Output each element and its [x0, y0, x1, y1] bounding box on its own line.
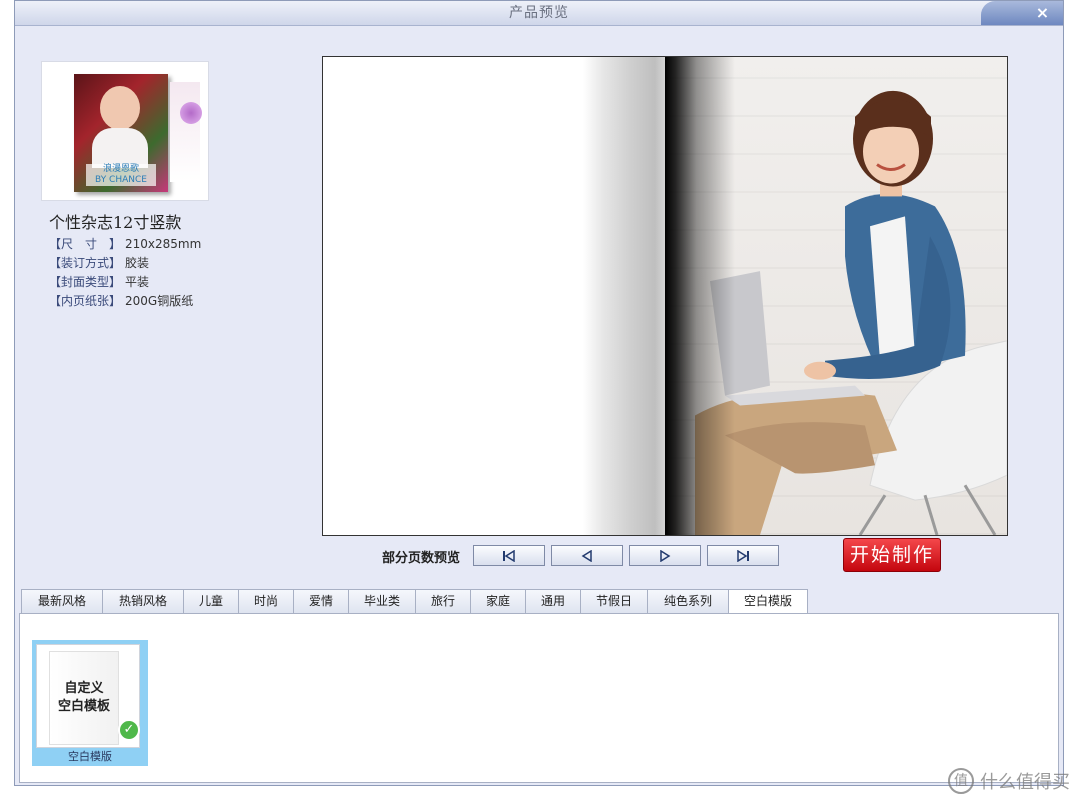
spec-row: 【内页纸张】 200G铜版纸	[49, 292, 201, 311]
title-tab: ×	[981, 1, 1063, 25]
tab-10[interactable]: 纯色系列	[647, 589, 729, 613]
flower-decoration	[180, 102, 202, 124]
tab-9[interactable]: 节假日	[580, 589, 648, 613]
cover-image: 浪漫恩歌 BY CHANCE	[74, 74, 168, 192]
next-page-button[interactable]	[629, 545, 701, 566]
title-bar: 产品预览 ×	[15, 1, 1063, 26]
tab-6[interactable]: 旅行	[415, 589, 471, 613]
tab-0[interactable]: 最新风格	[21, 589, 103, 613]
template-list: 自定义 空白模板 ✓ 空白模版	[19, 613, 1059, 783]
last-page-button[interactable]	[707, 545, 779, 566]
tab-2[interactable]: 儿童	[183, 589, 239, 613]
product-preview-window: 产品预览 × 浪漫恩歌 BY CHANCE 个性杂志12寸竖款 【尺 寸 】 21…	[14, 0, 1064, 786]
template-thumbnail-text: 自定义 空白模板	[49, 651, 119, 745]
tab-3[interactable]: 时尚	[238, 589, 294, 613]
left-page	[323, 57, 665, 535]
spec-key: 【装订方式】	[49, 256, 122, 270]
first-page-button[interactable]	[473, 545, 545, 566]
tab-4[interactable]: 爱情	[293, 589, 349, 613]
watermark: 值 什么值得买	[948, 768, 1070, 794]
spec-row: 【封面类型】 平装	[49, 273, 201, 292]
blank-template-item[interactable]: 自定义 空白模板 ✓ 空白模版	[32, 640, 148, 766]
category-tabs: 最新风格 热销风格 儿童 时尚 爱情 毕业类 旅行 家庭 通用 节假日 纯色系列 空白模版	[21, 589, 808, 614]
product-specs: 【尺 寸 】 210x285mm 【装订方式】 胶装 【封面类型】 平装 【内页纸张】 200…	[49, 235, 201, 311]
zhi-icon: 值	[948, 768, 974, 794]
tab-11[interactable]: 空白模版	[728, 589, 808, 614]
spec-value: 200G铜版纸	[125, 294, 194, 308]
check-icon: ✓	[118, 719, 140, 741]
prev-page-button[interactable]	[551, 545, 623, 566]
close-button[interactable]: ×	[1033, 3, 1053, 23]
skip-last-icon	[737, 549, 749, 562]
watermark-text: 什么值得买	[980, 772, 1070, 793]
spec-key: 【尺 寸 】	[49, 237, 122, 251]
template-caption: 空白模版	[68, 750, 112, 763]
spec-value: 平装	[125, 275, 150, 289]
skip-first-icon	[503, 549, 515, 562]
product-thumbnail: 浪漫恩歌 BY CHANCE	[41, 61, 209, 201]
partial-pages-preview-label: 部分页数预览	[382, 551, 461, 566]
cover-label: 浪漫恩歌 BY CHANCE	[86, 164, 156, 186]
product-name: 个性杂志12寸竖款	[49, 213, 182, 232]
tab-8[interactable]: 通用	[525, 589, 581, 613]
tab-7[interactable]: 家庭	[470, 589, 526, 613]
right-page	[665, 57, 1007, 535]
spec-value: 210x285mm	[125, 237, 202, 251]
next-icon	[660, 549, 671, 562]
page-preview	[322, 56, 1008, 536]
tab-1[interactable]: 热销风格	[102, 589, 184, 613]
spec-row: 【尺 寸 】 210x285mm	[49, 235, 201, 254]
spec-row: 【装订方式】 胶装	[49, 254, 201, 273]
start-making-button[interactable]: 开始制作	[843, 538, 941, 572]
spec-key: 【内页纸张】	[49, 294, 122, 308]
spec-value: 胶装	[125, 256, 150, 270]
tab-5[interactable]: 毕业类	[348, 589, 416, 613]
spec-key: 【封面类型】	[49, 275, 122, 289]
window-title: 产品预览	[509, 5, 569, 21]
prev-icon	[581, 549, 592, 562]
